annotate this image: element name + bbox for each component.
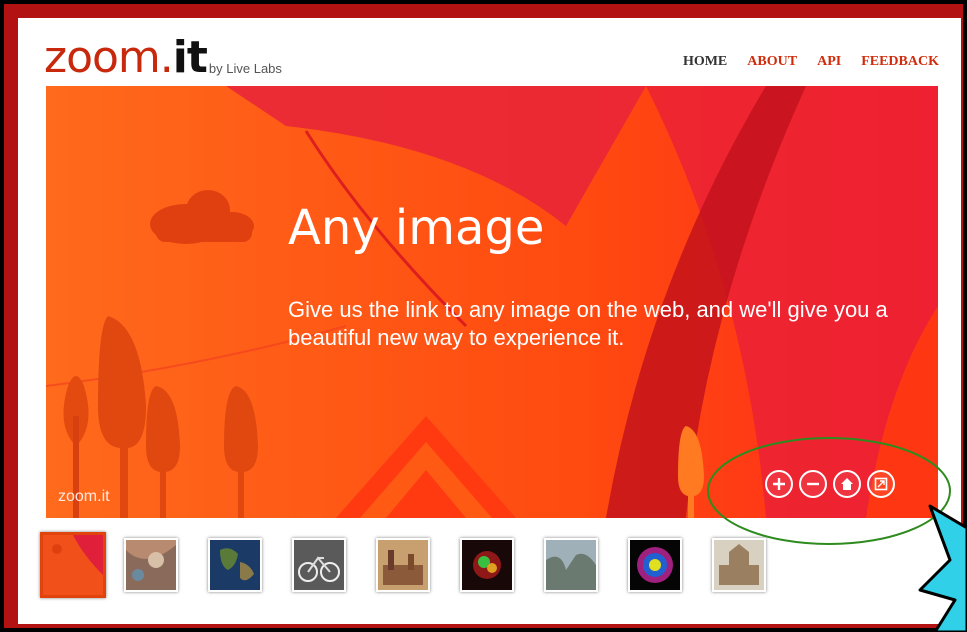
hero-subtext: Give us the link to any image on the web… xyxy=(288,297,888,350)
zoom-in-icon xyxy=(773,478,785,490)
thumb-old-map-art xyxy=(378,540,428,590)
thumb-any-image-art xyxy=(43,535,103,595)
thumb-yosemite[interactable] xyxy=(544,538,598,592)
thumb-galaxy-graph-art xyxy=(462,540,512,590)
zoomit-watermark: zoom.it xyxy=(58,488,110,505)
hero-headline: Any image xyxy=(288,200,545,256)
nav-feedback[interactable]: FEEDBACK xyxy=(861,54,939,70)
logo[interactable]: zoom.it by Live Labs xyxy=(44,30,282,80)
zoom-out-icon xyxy=(807,482,819,486)
top-nav: HOME ABOUT API FEEDBACK xyxy=(683,54,939,70)
thumb-mandala[interactable] xyxy=(628,538,682,592)
thumb-bicycle-art xyxy=(294,540,344,590)
thumb-temple-art xyxy=(714,540,764,590)
thumb-bicycle[interactable] xyxy=(292,538,346,592)
thumb-yosemite-art xyxy=(546,540,596,590)
fullscreen-button[interactable] xyxy=(867,470,895,498)
thumb-earth[interactable] xyxy=(208,538,262,592)
nav-home[interactable]: HOME xyxy=(683,54,727,70)
thumb-mandala-art xyxy=(630,540,680,590)
zoom-in-button[interactable] xyxy=(765,470,793,498)
fullscreen-icon xyxy=(874,477,888,491)
image-viewer[interactable]: Any image Give us the link to any image … xyxy=(46,86,938,518)
thumb-abstract-painting[interactable] xyxy=(124,538,178,592)
thumb-temple[interactable] xyxy=(712,538,766,592)
logo-byline: by Live Labs xyxy=(208,61,282,76)
home-button[interactable] xyxy=(833,470,861,498)
nav-api[interactable]: API xyxy=(817,54,841,70)
thumb-galaxy-graph[interactable] xyxy=(460,538,514,592)
zoom-out-button[interactable] xyxy=(799,470,827,498)
thumb-earth-art xyxy=(210,540,260,590)
logo-wordmark: zoom.it xyxy=(44,32,208,83)
home-icon xyxy=(841,478,853,490)
thumb-old-map[interactable] xyxy=(376,538,430,592)
thumb-any-image[interactable] xyxy=(40,532,106,598)
page-panel: zoom.it by Live Labs HOME ABOUT API FEED… xyxy=(18,18,961,624)
thumb-abstract-painting-art xyxy=(126,540,176,590)
nav-about[interactable]: ABOUT xyxy=(747,54,797,70)
